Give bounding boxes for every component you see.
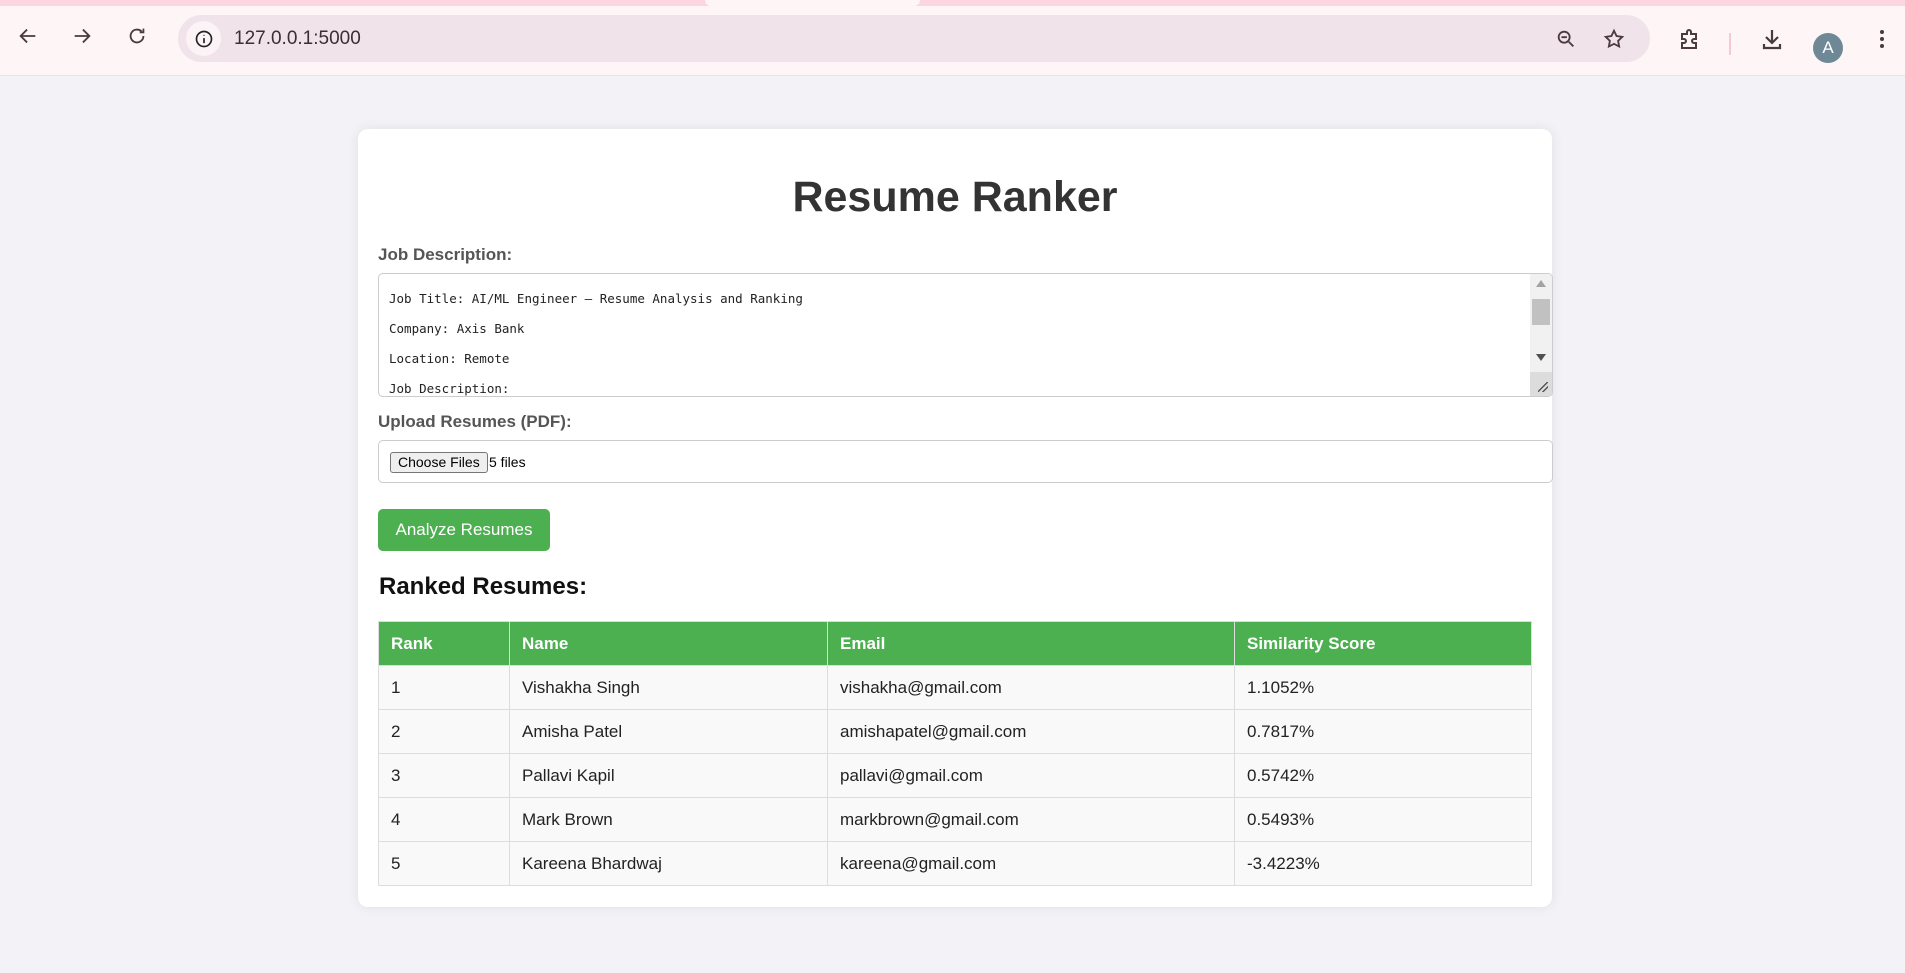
zoom-out-icon: [1557, 30, 1574, 47]
textarea-scrollbar[interactable]: [1530, 274, 1552, 396]
ranked-resumes-table: Rank Name Email Similarity Score 1 Visha…: [378, 621, 1532, 886]
score-cell: 0.5742%: [1234, 753, 1532, 798]
column-header-email: Email: [827, 621, 1235, 666]
profile-avatar[interactable]: A: [1813, 33, 1843, 63]
resize-grip-icon[interactable]: [1530, 372, 1552, 396]
extensions-button[interactable]: [1675, 24, 1705, 54]
file-count-status: 5 files: [489, 454, 526, 470]
email-cell: amishapatel@gmail.com: [827, 709, 1235, 754]
score-cell: 1.1052%: [1234, 665, 1532, 710]
bookmark-button[interactable]: [1600, 25, 1628, 53]
column-header-name: Name: [509, 621, 828, 666]
column-header-similarity-score: Similarity Score: [1234, 621, 1532, 666]
site-info-icon: [195, 30, 212, 47]
more-menu-icon: [1880, 30, 1884, 48]
rank-cell: 5: [378, 841, 510, 886]
more-menu-button[interactable]: [1867, 24, 1897, 54]
name-cell: Pallavi Kapil: [509, 753, 828, 798]
job-description-label: Job Description:: [378, 245, 513, 264]
reload-icon: [129, 28, 145, 44]
back-button[interactable]: [12, 20, 44, 52]
table-row: 3 Pallavi Kapil pallavi@gmail.com 0.5742…: [378, 753, 1532, 798]
browser-toolbar: 127.0.0.1:5000 A: [0, 6, 1905, 76]
upload-label: Upload Resumes (PDF):: [378, 412, 572, 431]
table-row: 4 Mark Brown markbrown@gmail.com 0.5493%: [378, 797, 1532, 842]
name-cell: Kareena Bhardwaj: [509, 841, 828, 886]
extensions-icon: [1681, 29, 1697, 49]
email-cell: pallavi@gmail.com: [827, 753, 1235, 798]
name-cell: Amisha Patel: [509, 709, 828, 754]
score-cell: 0.5493%: [1234, 797, 1532, 842]
results-heading: Ranked Resumes:: [379, 573, 588, 600]
address-bar[interactable]: 127.0.0.1:5000: [178, 15, 1650, 62]
toolbar-divider: [1729, 33, 1731, 55]
rank-cell: 1: [378, 665, 510, 710]
main-card: Resume Ranker Job Description: Upload Re…: [358, 129, 1553, 907]
email-cell: kareena@gmail.com: [827, 841, 1235, 886]
downloads-icon: [1762, 30, 1782, 50]
resume-file-input[interactable]: Choose Files 5 files: [378, 440, 1553, 483]
url-text[interactable]: 127.0.0.1:5000: [234, 28, 361, 50]
forward-button[interactable]: [66, 20, 98, 52]
email-cell: markbrown@gmail.com: [827, 797, 1235, 842]
rank-cell: 4: [378, 797, 510, 842]
page-title: Resume Ranker: [792, 173, 1118, 221]
reload-button[interactable]: [121, 20, 153, 52]
downloads-button[interactable]: [1757, 24, 1787, 54]
table-row: 2 Amisha Patel amishapatel@gmail.com 0.7…: [378, 709, 1532, 754]
job-description-container: [378, 273, 1553, 397]
site-info-button[interactable]: [186, 21, 221, 56]
email-cell: vishakha@gmail.com: [827, 665, 1235, 710]
table-row: 1 Vishakha Singh vishakha@gmail.com 1.10…: [378, 665, 1532, 710]
choose-files-button[interactable]: Choose Files: [390, 452, 488, 473]
scroll-down-arrow-icon[interactable]: [1536, 354, 1546, 361]
scroll-up-arrow-icon[interactable]: [1536, 280, 1546, 287]
score-cell: 0.7817%: [1234, 709, 1532, 754]
rank-cell: 3: [378, 753, 510, 798]
name-cell: Vishakha Singh: [509, 665, 828, 710]
job-description-textarea[interactable]: [379, 274, 1531, 396]
rank-cell: 2: [378, 709, 510, 754]
name-cell: Mark Brown: [509, 797, 828, 842]
column-header-rank: Rank: [378, 621, 510, 666]
analyze-resumes-button[interactable]: Analyze Resumes: [378, 509, 550, 551]
forward-icon: [74, 28, 91, 44]
score-cell: -3.4223%: [1234, 841, 1532, 886]
zoom-button[interactable]: [1552, 25, 1580, 53]
bookmark-star-icon: [1603, 28, 1625, 49]
table-header-row: Rank Name Email Similarity Score: [378, 621, 1532, 666]
back-icon: [19, 28, 36, 44]
table-row: 5 Kareena Bhardwaj kareena@gmail.com -3.…: [378, 841, 1532, 886]
scroll-thumb[interactable]: [1532, 299, 1550, 325]
